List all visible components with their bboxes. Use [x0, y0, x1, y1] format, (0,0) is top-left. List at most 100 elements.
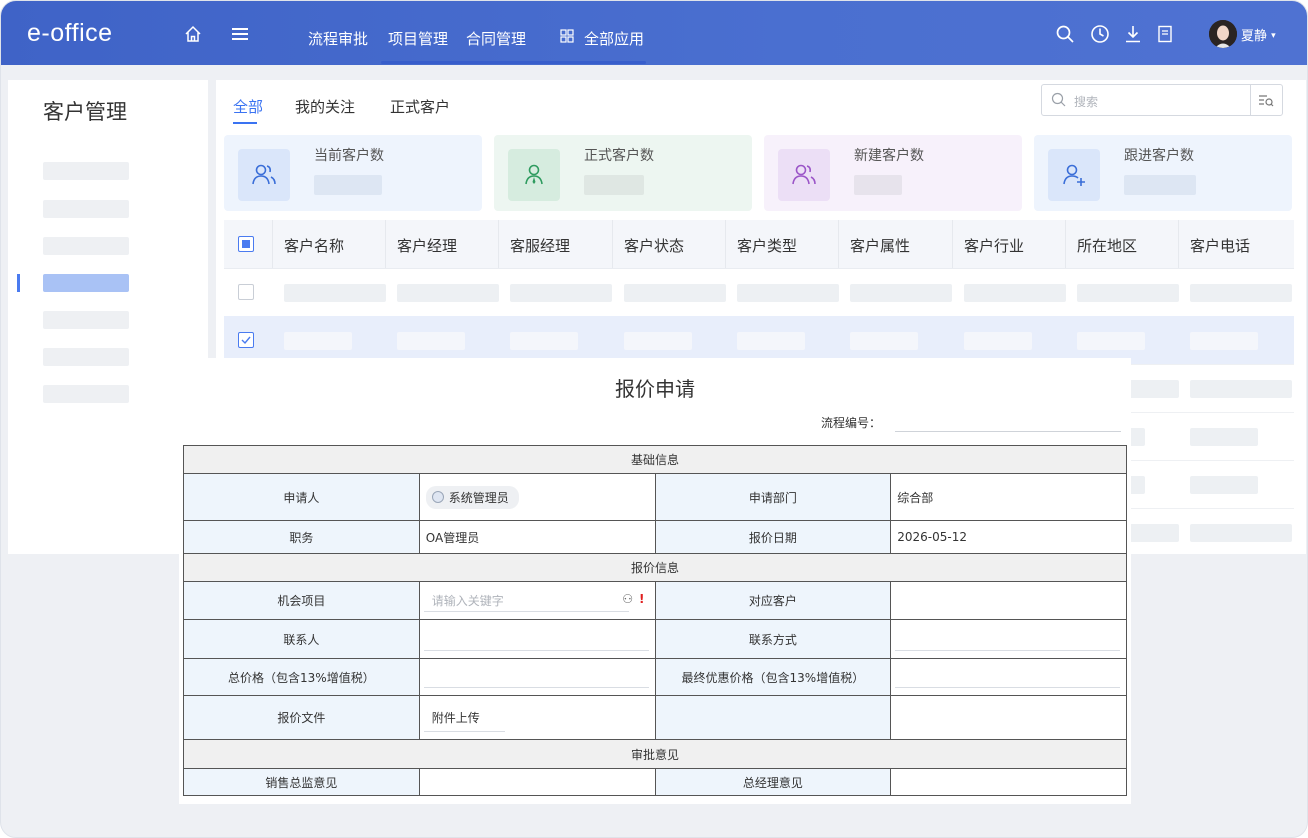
customer-field[interactable]	[890, 581, 1127, 620]
chevron-down-icon: ▾	[1271, 31, 1276, 41]
cell-placeholder	[737, 332, 805, 350]
sidebar-item[interactable]	[43, 311, 129, 329]
cell-placeholder	[1190, 428, 1258, 446]
stat-card-follow[interactable]: 跟进客户数	[1034, 135, 1292, 211]
stat-value-placeholder	[1124, 175, 1196, 195]
project-label: 机会项目	[183, 581, 420, 620]
nav-contracts[interactable]: 合同管理	[466, 28, 526, 49]
column-header[interactable]: 所在地区	[1077, 235, 1137, 256]
app-window: e-office 流程审批 项目管理 合同管理 全部应用 夏静 ▾ 客户管理 全…	[0, 0, 1308, 838]
menu-icon[interactable]	[229, 23, 251, 45]
input-underline	[895, 650, 1120, 651]
sidebar-item[interactable]	[43, 162, 129, 180]
quote-request-form: 报价申请 流程编号： 基础信息 申请人 系统管理员 申请部门 综合部 职务 OA…	[179, 358, 1131, 804]
attachment-upload-button[interactable]: 附件上传	[432, 711, 480, 725]
contact-method-field[interactable]	[890, 619, 1127, 659]
column-header[interactable]: 客户经理	[397, 235, 457, 256]
cell-placeholder	[284, 332, 352, 350]
search-divider	[1250, 85, 1251, 115]
column-header[interactable]: 客户电话	[1190, 235, 1250, 256]
cell-placeholder	[1077, 284, 1179, 302]
users-icon	[238, 149, 290, 201]
cell-placeholder	[510, 332, 578, 350]
total-price-field[interactable]	[418, 658, 656, 696]
clock-icon[interactable]	[1089, 23, 1111, 45]
filter-search-icon[interactable]	[1258, 93, 1274, 107]
attachment-field[interactable]: 附件上传	[418, 695, 656, 740]
cell-placeholder	[510, 284, 612, 302]
cell-placeholder	[284, 284, 386, 302]
search-box[interactable]: 搜索	[1041, 84, 1283, 116]
sidebar-item[interactable]	[43, 385, 129, 403]
gm-opinion-field[interactable]	[890, 768, 1127, 796]
row-checkbox-checked[interactable]	[238, 332, 254, 348]
sales-opinion-field[interactable]	[418, 768, 656, 796]
tab-my-follow[interactable]: 我的关注	[295, 96, 355, 117]
sidebar-item[interactable]	[43, 200, 129, 218]
column-header[interactable]: 客服经理	[510, 235, 570, 256]
cell-placeholder	[964, 284, 1066, 302]
document-icon[interactable]	[1154, 23, 1176, 45]
select-all-checkbox[interactable]	[238, 236, 254, 252]
table-row[interactable]	[224, 268, 1294, 317]
link-icon[interactable]: ⚇	[622, 592, 633, 606]
stat-card-new[interactable]: 新建客户数	[764, 135, 1022, 211]
total-price-label: 总价格（包含13%增值税）	[183, 658, 420, 696]
search-placeholder: 搜索	[1074, 95, 1099, 109]
quote-date-value: 2026-05-12	[890, 520, 1127, 554]
user-name[interactable]: 夏静 ▾	[1241, 25, 1276, 44]
nav-projects[interactable]: 项目管理	[388, 28, 448, 49]
stat-card-formal[interactable]: 正式客户数	[494, 135, 752, 211]
table-header: 客户名称 客户经理 客服经理 客户状态 客户类型 客户属性 客户行业 所在地区 …	[224, 220, 1294, 269]
column-header[interactable]: 客户属性	[850, 235, 910, 256]
app-logo: e-office	[27, 19, 113, 47]
form-table: 基础信息 申请人 系统管理员 申请部门 综合部 职务 OA管理员 报价日期 20…	[183, 445, 1127, 796]
cell-placeholder	[1077, 332, 1145, 350]
stat-label: 正式客户数	[584, 148, 654, 164]
final-price-field[interactable]	[890, 658, 1127, 696]
stat-label: 跟进客户数	[1124, 148, 1194, 164]
column-header[interactable]: 客户行业	[964, 235, 1024, 256]
column-divider	[838, 220, 839, 268]
tab-formal-customers[interactable]: 正式客户	[390, 96, 450, 117]
home-icon[interactable]	[182, 23, 204, 45]
stat-card-current[interactable]: 当前客户数	[224, 135, 482, 211]
contact-label: 联系人	[183, 619, 420, 659]
cell-placeholder	[397, 284, 499, 302]
user-icon	[431, 490, 444, 503]
empty-label	[654, 695, 892, 740]
sidebar-item-active[interactable]	[43, 274, 129, 292]
column-header[interactable]: 客户状态	[624, 235, 684, 256]
tab-underline	[233, 122, 257, 124]
download-icon[interactable]	[1122, 23, 1144, 45]
search-icon[interactable]	[1054, 23, 1076, 45]
column-divider	[1178, 220, 1179, 268]
input-underline	[423, 650, 649, 651]
empty-field	[890, 695, 1127, 740]
stat-value-placeholder	[584, 175, 644, 195]
applicant-field[interactable]: 系统管理员	[418, 473, 656, 521]
project-input-placeholder[interactable]: 请输入关键字	[432, 594, 504, 608]
position-label: 职务	[183, 520, 420, 554]
input-underline	[895, 687, 1120, 688]
project-field[interactable]: 请输入关键字 ⚇!	[418, 581, 656, 620]
cell-placeholder	[850, 332, 918, 350]
column-header[interactable]: 客户类型	[737, 235, 797, 256]
column-header[interactable]: 客户名称	[284, 235, 344, 256]
nav-all-apps[interactable]: 全部应用	[584, 28, 644, 49]
contact-field[interactable]	[418, 619, 656, 659]
row-checkbox[interactable]	[238, 284, 254, 300]
dept-value: 综合部	[890, 473, 1127, 521]
search-icon	[1051, 92, 1066, 107]
cell-placeholder	[624, 332, 692, 350]
sidebar-item[interactable]	[43, 237, 129, 255]
tab-all[interactable]: 全部	[233, 96, 263, 117]
cell-placeholder	[1190, 524, 1292, 542]
flow-number-input[interactable]	[895, 431, 1121, 432]
nav-workflow[interactable]: 流程审批	[308, 28, 368, 49]
position-value: OA管理员	[418, 520, 656, 554]
sidebar-item[interactable]	[43, 348, 129, 366]
applicant-chip[interactable]: 系统管理员	[425, 485, 519, 509]
user-avatar[interactable]	[1209, 20, 1237, 48]
column-divider	[1065, 220, 1066, 268]
